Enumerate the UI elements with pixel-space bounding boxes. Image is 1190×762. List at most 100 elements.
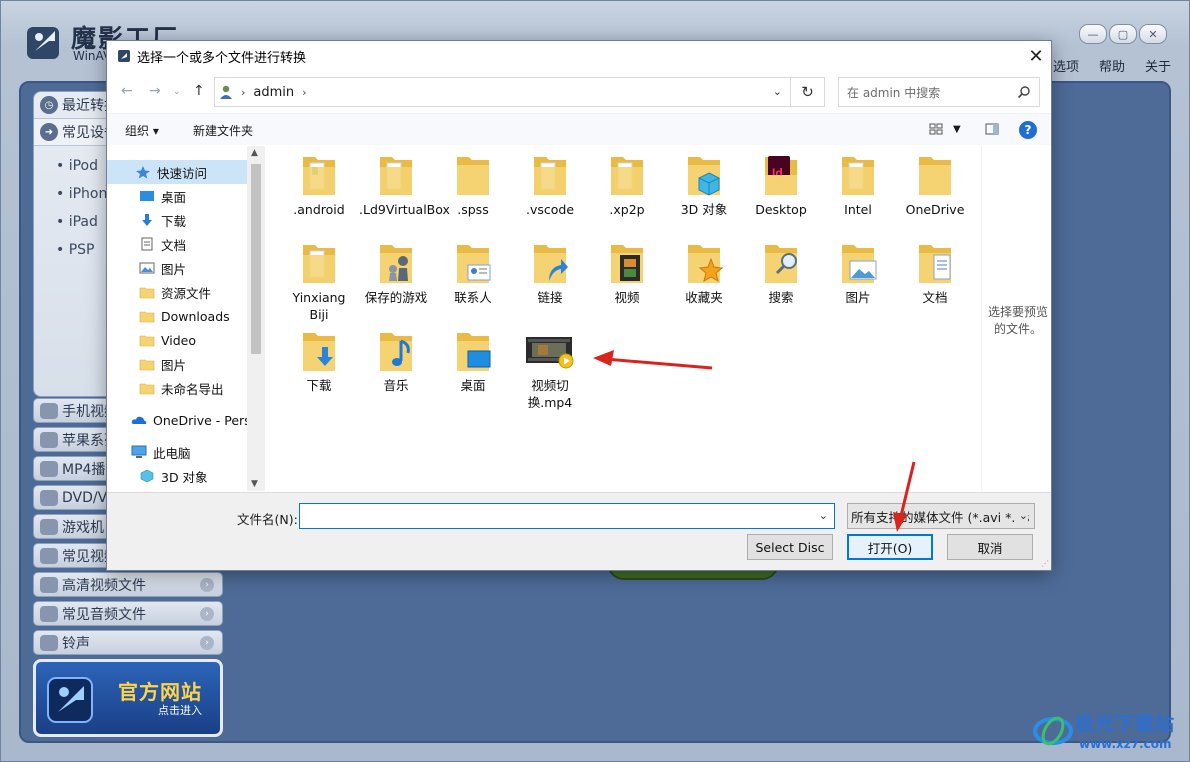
- filename-input[interactable]: ⌄: [299, 503, 835, 529]
- nav-recent-pictures[interactable]: 图片: [107, 352, 265, 376]
- filetype-select[interactable]: 所有支持的媒体文件 (*.avi *.as ⌄: [847, 503, 1035, 529]
- folder-android[interactable]: .android: [282, 153, 356, 218]
- folder-document-icon: [842, 157, 874, 195]
- menu-about[interactable]: 关于: [1145, 56, 1171, 75]
- cancel-button[interactable]: 取消: [947, 534, 1033, 560]
- promo-title: 官方网站: [118, 680, 202, 704]
- hd-icon: [40, 576, 58, 593]
- folder-xp2p[interactable]: .xp2p: [590, 153, 664, 218]
- folder-3d-objects[interactable]: 3D 对象: [667, 153, 741, 218]
- new-folder-button[interactable]: 新建文件夹: [193, 122, 253, 139]
- address-segment[interactable]: admin: [253, 85, 294, 100]
- folder-contacts[interactable]: 联系人: [436, 241, 510, 306]
- menu-options[interactable]: 选项: [1053, 56, 1079, 75]
- mp4-icon: [40, 460, 58, 477]
- open-button[interactable]: 打开(O): [847, 534, 933, 560]
- folder-desktop-icon: [457, 333, 491, 371]
- menu-help[interactable]: 帮助: [1099, 56, 1125, 75]
- scroll-down-icon[interactable]: ▼: [251, 479, 258, 489]
- folder-desktop[interactable]: 桌面: [436, 329, 510, 394]
- nav-pictures[interactable]: 图片: [107, 256, 265, 280]
- address-dropdown-icon[interactable]: ⌄: [773, 85, 782, 98]
- folder-icon: [139, 311, 155, 323]
- scroll-thumb[interactable]: [251, 164, 261, 354]
- folder-intel[interactable]: Intel: [821, 153, 895, 218]
- search-icon: [1017, 86, 1030, 99]
- dialog-titlebar: 选择一个或多个文件进行转换: [107, 41, 1051, 71]
- folder-music[interactable]: 音乐: [359, 329, 433, 394]
- resize-grip-icon[interactable]: ⋰: [1041, 559, 1049, 568]
- folder-docs-icon: [919, 245, 951, 283]
- folder-spss[interactable]: .spss: [436, 153, 510, 218]
- official-site-banner[interactable]: 官方网站 点击进入: [33, 659, 223, 737]
- promo-subtitle: 点击进入: [158, 704, 202, 717]
- folder-onedrive[interactable]: OneDrive: [898, 153, 972, 218]
- nav-desktop[interactable]: 桌面: [107, 184, 265, 208]
- view-options-icon[interactable]: [929, 122, 943, 136]
- folder-documents[interactable]: 文档: [898, 241, 972, 306]
- dialog-close-button[interactable]: ✕: [1021, 41, 1051, 71]
- folder-vscode[interactable]: .vscode: [513, 153, 587, 218]
- nav-downloads[interactable]: 下载: [107, 208, 265, 232]
- cube-icon: [140, 469, 154, 483]
- category-hd-video[interactable]: 高清视频文件 ›: [33, 572, 223, 597]
- category-audio[interactable]: 常见音频文件 ›: [33, 601, 223, 626]
- chevron-right-icon: ›: [302, 85, 307, 99]
- preview-message: 选择要预览的文件。: [987, 305, 1048, 336]
- view-dropdown-icon[interactable]: ▼: [953, 124, 961, 135]
- forward-button[interactable]: →: [149, 83, 161, 99]
- folder-picture-icon: [842, 245, 877, 283]
- nav-onedrive[interactable]: OneDrive - Perso: [107, 408, 265, 432]
- nav-documents[interactable]: 文档: [107, 232, 265, 256]
- folder-videos[interactable]: 视频: [590, 241, 664, 306]
- navigation-bar: ← → ⌄ ↑ › admin › ⌄ ↻ 在 admin 中搜索: [107, 75, 1051, 109]
- search-input[interactable]: 在 admin 中搜索: [838, 77, 1040, 107]
- folder-pictures[interactable]: 图片: [821, 241, 895, 306]
- maximize-button[interactable]: ▢: [1109, 24, 1137, 44]
- back-button[interactable]: ←: [121, 83, 133, 99]
- folder-yinxiang-biji[interactable]: Yinxiang Biji: [282, 241, 356, 323]
- watermark: 极光下载站 www.xz7.com: [1031, 707, 1181, 759]
- folder-searches[interactable]: 搜索: [744, 241, 818, 306]
- up-button[interactable]: ↑: [193, 83, 205, 99]
- nav-quick-access[interactable]: 快速访问: [107, 160, 265, 184]
- folder-saved-games[interactable]: 保存的游戏: [359, 241, 433, 306]
- preview-pane-icon[interactable]: [985, 122, 999, 136]
- nav-resource-files[interactable]: 资源文件: [107, 280, 265, 304]
- filename-dropdown-icon[interactable]: ⌄: [819, 509, 828, 522]
- folder-downloads[interactable]: 下载: [282, 329, 356, 394]
- folder-music-icon: [380, 333, 412, 371]
- folder-document-icon: [611, 157, 643, 195]
- video-file-mp4[interactable]: 视频切换.mp4: [513, 329, 587, 411]
- refresh-button[interactable]: ↻: [791, 77, 825, 107]
- folder-film-icon: [611, 245, 643, 283]
- category-ringtone[interactable]: 铃声 ›: [33, 630, 223, 655]
- folder-icon: [139, 335, 155, 347]
- nav-this-pc[interactable]: 此电脑: [107, 440, 265, 464]
- recent-locations-button[interactable]: ⌄: [173, 87, 181, 97]
- select-disc-button[interactable]: Select Disc: [747, 534, 833, 560]
- help-icon[interactable]: ?: [1019, 121, 1037, 139]
- folder-icon: [139, 287, 155, 299]
- nav-recent-export[interactable]: 未命名导出: [107, 376, 265, 400]
- gamepad-icon: [40, 518, 58, 535]
- close-window-button[interactable]: ✕: [1139, 24, 1167, 44]
- folder-links[interactable]: 链接: [513, 241, 587, 306]
- folder-ld9virtualbox[interactable]: .Ld9VirtualBox: [359, 153, 450, 218]
- app-logo-large-icon: [47, 677, 93, 723]
- filetype-dropdown-icon[interactable]: ⌄: [1014, 509, 1028, 522]
- nav-3d-objects[interactable]: 3D 对象: [107, 464, 265, 488]
- address-bar[interactable]: › admin › ⌄: [214, 77, 791, 107]
- folder-star-icon: [688, 245, 723, 283]
- nav-recent-video[interactable]: Video: [107, 328, 265, 352]
- command-toolbar: 组织 ▾ 新建文件夹 ▼ ?: [107, 113, 1051, 145]
- folder-favorites[interactable]: 收藏夹: [667, 241, 741, 306]
- nav-scrollbar[interactable]: ▲ ▼: [247, 146, 265, 491]
- nav-recent-downloads[interactable]: Downloads: [107, 304, 265, 328]
- folder-contact-icon: [457, 245, 491, 283]
- scroll-up-icon[interactable]: ▲: [251, 148, 258, 158]
- navigation-pane: 快速访问 桌面 下载 文档 图片 资源文件 Downloads Video 图片…: [107, 146, 265, 491]
- organize-button[interactable]: 组织 ▾: [125, 122, 159, 139]
- folder-desktop-id[interactable]: Id Desktop: [744, 153, 818, 218]
- minimize-button[interactable]: —: [1079, 24, 1107, 44]
